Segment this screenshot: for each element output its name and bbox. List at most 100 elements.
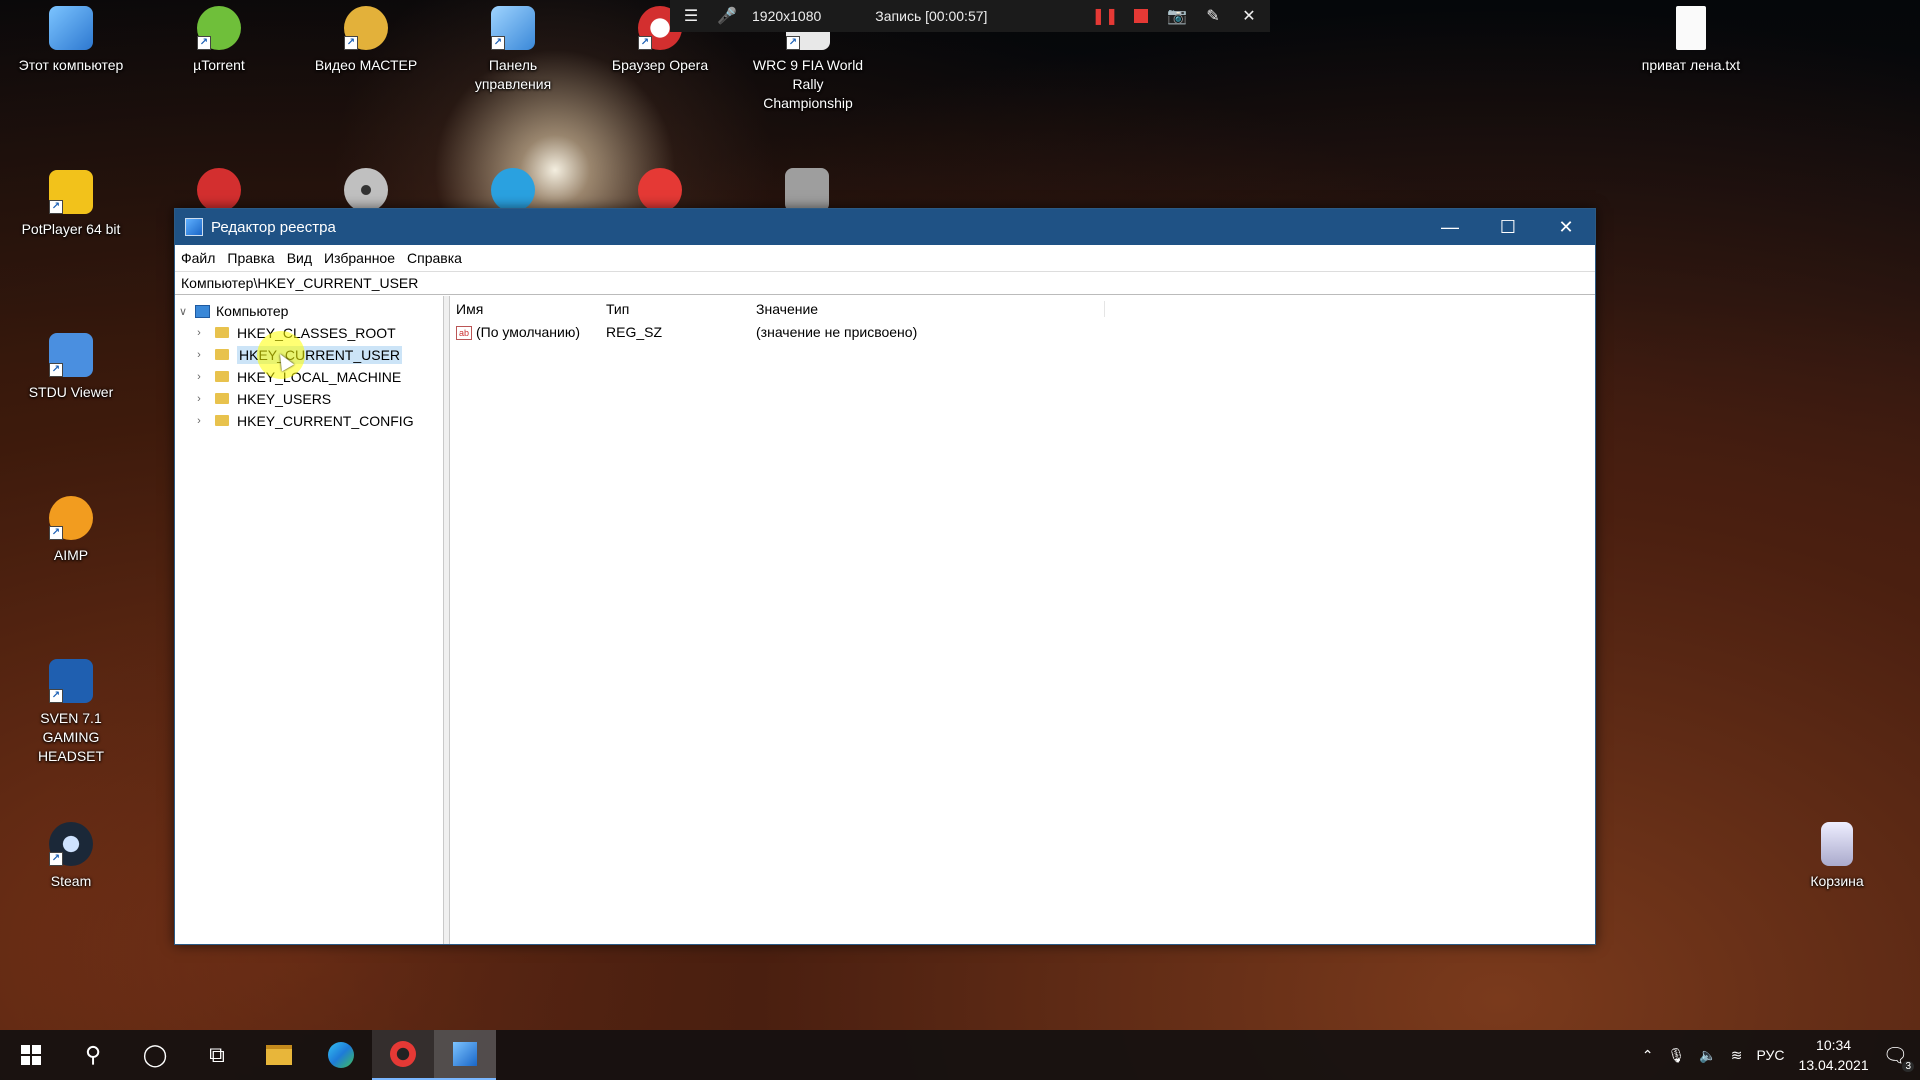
recording-timer: Запись [00:00:57]: [875, 8, 988, 24]
taskbar: ⚲ ◯ ⧉ ⌃ 🎙 🔈 ≋ РУС 10:34 13.04.2021 🗨 3: [0, 1030, 1920, 1080]
menu-favorites[interactable]: Избранное: [324, 250, 395, 266]
cortana-icon[interactable]: ◯: [124, 1030, 186, 1080]
menu-edit[interactable]: Правка: [227, 250, 274, 266]
steam-icon: ↗: [49, 822, 93, 866]
tree-item-computer[interactable]: ∨ Компьютер: [175, 300, 443, 322]
address-bar[interactable]: Компьютер\HKEY_CURRENT_USER: [175, 271, 1595, 295]
opera-taskbar-icon[interactable]: [372, 1030, 434, 1080]
tree-item-label: HKEY_CURRENT_CONFIG: [237, 413, 414, 429]
desktop-icon-control-panel[interactable]: ↗ Панель управления: [454, 6, 572, 94]
window-titlebar[interactable]: Редактор реестра — ☐ ✕: [175, 209, 1595, 245]
registry-tree: ∨ Компьютер › HKEY_CLASSES_ROOT › HKEY_C…: [175, 296, 444, 944]
window-title: Редактор реестра: [211, 218, 336, 236]
task-view-icon[interactable]: ⧉: [186, 1030, 248, 1080]
yandex-browser-icon: [638, 168, 682, 212]
desktop-icon-label: STDU Viewer: [28, 384, 114, 400]
desktop-icon-video-master[interactable]: ↗ Видео МАСТЕР: [307, 6, 425, 75]
folder-icon: [215, 370, 229, 382]
computer-icon: [49, 6, 93, 50]
registry-editor-taskbar-icon[interactable]: [434, 1030, 496, 1080]
microphone-icon[interactable]: 🎤: [716, 5, 738, 27]
desktop-icon-label: Браузер Opera: [611, 57, 709, 73]
table-row[interactable]: ab (По умолчанию) REG_SZ (значение не при…: [450, 321, 1595, 343]
camera-icon[interactable]: 📷: [1166, 5, 1188, 27]
expand-icon[interactable]: ›: [191, 349, 207, 361]
menu-file[interactable]: Файл: [181, 250, 215, 266]
disc-icon: [344, 168, 388, 212]
values-list: Имя Тип Значение ab (По умолчанию) REG_SZ…: [450, 296, 1595, 944]
language-indicator[interactable]: РУС: [1756, 1047, 1784, 1063]
desktop-icon-label: приват лена.txt: [1641, 57, 1741, 73]
value-name-cell: ab (По умолчанию): [450, 323, 600, 341]
desktop-icon-label: Этот компьютер: [18, 57, 124, 73]
menu-bar: Файл Правка Вид Избранное Справка: [175, 245, 1595, 271]
tree-item-label: HKEY_CURRENT_USER: [237, 346, 403, 364]
tree-item-hkcr[interactable]: › HKEY_CLASSES_ROOT: [175, 322, 443, 344]
desktop-icon-label: PotPlayer 64 bit: [21, 221, 121, 237]
close-button[interactable]: ✕: [1537, 209, 1595, 245]
desktop-icon-label: WRC 9 FIA World Rally Championship: [752, 57, 864, 111]
tree-item-label: HKEY_CLASSES_ROOT: [237, 325, 396, 341]
recycle-bin-icon: [1821, 822, 1853, 866]
value-type-cell: REG_SZ: [606, 324, 663, 340]
stop-icon[interactable]: [1130, 5, 1152, 27]
collapse-icon[interactable]: ∨: [175, 305, 191, 318]
desktop-icon-label: Видео МАСТЕР: [314, 57, 418, 73]
desktop-icon-potplayer[interactable]: ↗ PotPlayer 64 bit: [12, 170, 130, 239]
network-icon[interactable]: ≋: [1731, 1047, 1743, 1064]
desktop-icon-text-file[interactable]: приват лена.txt: [1632, 6, 1750, 75]
sven-headset-icon: ↗: [49, 659, 93, 703]
minimize-button[interactable]: —: [1421, 209, 1479, 245]
desktop-icon-label: Steam: [50, 873, 92, 889]
tree-item-hkcc[interactable]: › HKEY_CURRENT_CONFIG: [175, 410, 443, 432]
expand-icon[interactable]: ›: [191, 393, 207, 405]
stdu-viewer-icon: ↗: [49, 333, 93, 377]
desktop-icon-steam[interactable]: ↗ Steam: [12, 822, 130, 891]
desktop-icon-this-pc[interactable]: Этот компьютер: [12, 6, 130, 75]
expand-icon[interactable]: ›: [191, 327, 207, 339]
pause-icon[interactable]: ❚❚: [1092, 5, 1119, 27]
panes: ∨ Компьютер › HKEY_CLASSES_ROOT › HKEY_C…: [175, 296, 1595, 944]
column-header-name[interactable]: Имя: [450, 301, 600, 317]
file-explorer-icon[interactable]: [248, 1030, 310, 1080]
desktop-icon-stdu-viewer[interactable]: ↗ STDU Viewer: [12, 333, 130, 402]
tree-item-hkcu[interactable]: › HKEY_CURRENT_USER: [175, 344, 443, 366]
notifications-icon[interactable]: 🗨 3: [1883, 1043, 1914, 1072]
column-header-type[interactable]: Тип: [600, 301, 750, 317]
notification-count: 3: [1902, 1060, 1914, 1072]
clock[interactable]: 10:34 13.04.2021: [1799, 1035, 1869, 1075]
desktop-icon-utorrent[interactable]: ↗ µTorrent: [160, 6, 278, 75]
menu-help[interactable]: Справка: [407, 250, 462, 266]
speedometer-icon: [197, 168, 241, 212]
value-data-cell: (значение не присвоено): [756, 324, 918, 340]
menu-view[interactable]: Вид: [287, 250, 312, 266]
expand-icon[interactable]: ›: [191, 371, 207, 383]
value-name: (По умолчанию): [476, 323, 581, 340]
aimp-icon: ↗: [49, 496, 93, 540]
address-path[interactable]: Компьютер\HKEY_CURRENT_USER: [181, 275, 418, 291]
microphone-tray-icon[interactable]: 🎙: [1668, 1047, 1686, 1064]
hamburger-menu-icon[interactable]: ☰: [680, 5, 702, 27]
tree-item-hku[interactable]: › HKEY_USERS: [175, 388, 443, 410]
control-panel-icon: ↗: [491, 6, 535, 50]
desktop-icon-aimp[interactable]: ↗ AIMP: [12, 496, 130, 565]
desktop-icon-label: Корзина: [1810, 873, 1864, 889]
registry-editor-window: Редактор реестра — ☐ ✕ Файл Правка Вид И…: [174, 208, 1596, 945]
edge-icon[interactable]: [310, 1030, 372, 1080]
close-icon[interactable]: ✕: [1238, 5, 1260, 27]
maximize-button[interactable]: ☐: [1479, 209, 1537, 245]
tree-item-hklm[interactable]: › HKEY_LOCAL_MACHINE: [175, 366, 443, 388]
desktop-icon-recycle-bin[interactable]: Корзина: [1778, 822, 1896, 891]
column-header-value[interactable]: Значение: [750, 300, 1105, 317]
search-icon[interactable]: ⚲: [62, 1030, 124, 1080]
string-value-icon: ab: [456, 326, 472, 341]
volume-icon[interactable]: 🔈: [1699, 1047, 1716, 1064]
expand-icon[interactable]: ›: [191, 415, 207, 427]
desktop-icon-sven-headset[interactable]: ↗ SVEN 7.1 GAMING HEADSET: [12, 659, 130, 766]
pencil-icon[interactable]: ✎: [1202, 5, 1224, 27]
folder-icon: [215, 326, 229, 338]
recording-resolution[interactable]: 1920x1080: [752, 8, 821, 24]
chevron-up-icon[interactable]: ⌃: [1642, 1047, 1654, 1064]
desktop-icon-label: AIMP: [53, 547, 89, 563]
start-button[interactable]: [0, 1030, 62, 1080]
